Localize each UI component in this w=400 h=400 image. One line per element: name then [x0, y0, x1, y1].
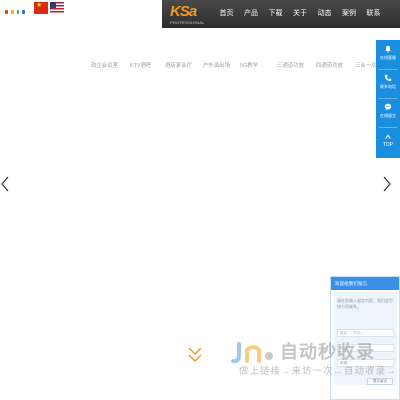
submit-message-button[interactable]: 提交留言 — [367, 378, 393, 385]
chevron-right-icon — [383, 176, 391, 192]
message-panel: 欢迎给我们留言 请在此输入留言内容，我们会尽快与您联系。 姓名 / 请输入...… — [330, 276, 400, 400]
subnav-item-hotel-banquet[interactable]: 酒店宴会厅 — [165, 61, 192, 71]
email-field-label: 邮箱 — [340, 361, 348, 365]
nav-item-download[interactable]: 下载 — [263, 0, 288, 28]
nav-item-products[interactable]: 产品 — [239, 0, 264, 28]
floating-service-bar: 在线客服 联系电话 在线留言 TOP — [376, 40, 400, 158]
back-to-top-button[interactable]: TOP — [376, 133, 400, 148]
china-flag-icon[interactable] — [34, 1, 48, 14]
back-to-top-label: TOP — [382, 142, 394, 148]
logo-mark: KSa — [170, 3, 197, 20]
color-dots-decoration — [5, 9, 25, 15]
arrow-up-icon — [385, 134, 391, 139]
contact-phone-label: 联系电话 — [380, 84, 396, 89]
phone-icon — [384, 74, 392, 82]
scroll-down-button[interactable] — [187, 346, 203, 364]
category-subnav: 政企会议室 KTV酒吧 酒店宴会厅 户外演出场 5G教学 三通道功放 四通道功放… — [84, 61, 384, 71]
message-panel-header: 欢迎给我们留言 — [331, 277, 399, 290]
sidebar-divider — [379, 69, 397, 70]
subnav-item-3ch-amp[interactable]: 三通道功放 — [277, 61, 304, 71]
subnav-item-5g-teaching[interactable]: 5G教学 — [240, 61, 258, 71]
nav-item-news[interactable]: 动态 — [312, 0, 337, 28]
subnav-item-outdoor-stage[interactable]: 户外演出场 — [203, 61, 230, 71]
nav-item-cases[interactable]: 案例 — [337, 0, 362, 28]
us-flag-icon[interactable] — [50, 2, 64, 14]
watermark-logo-icon — [231, 342, 273, 364]
slider-prev-button[interactable] — [0, 175, 10, 193]
message-panel-title: 欢迎给我们留言 — [335, 281, 368, 286]
brand-logo[interactable]: KSa PROFESSIONAL — [170, 3, 208, 27]
slider-next-button[interactable] — [382, 175, 392, 193]
online-service-label: 在线客服 — [380, 55, 396, 60]
email-field[interactable]: 邮箱 — [337, 359, 394, 367]
name-field-placeholder: / 请输入... — [351, 331, 367, 335]
sidebar-divider — [379, 98, 397, 99]
message-intro-text: 请在此输入留言内容，我们会尽快与您联系。 — [337, 298, 393, 309]
message-panel-body: 请在此输入留言内容，我们会尽快与您联系。 姓名 / 请输入... 电话 邮箱 — [334, 292, 397, 385]
sidebar-divider — [379, 127, 397, 128]
chevron-left-icon — [1, 176, 9, 192]
phone-field[interactable]: 电话 — [337, 344, 394, 352]
double-chevron-down-icon — [188, 347, 202, 362]
top-header: KSa PROFESSIONAL 首页 产品 下载 关于 动态 案例 联系 — [0, 0, 400, 28]
nav-item-home[interactable]: 首页 — [214, 0, 239, 28]
contact-phone-button[interactable]: 联系电话 — [376, 74, 400, 89]
nav-item-about[interactable]: 关于 — [288, 0, 313, 28]
nav-item-contact[interactable]: 联系 — [361, 0, 386, 28]
logo-subtitle: PROFESSIONAL — [170, 20, 205, 25]
subnav-item-4ch-amp[interactable]: 四通道功放 — [316, 61, 343, 71]
online-service-button[interactable]: 在线客服 — [376, 45, 400, 60]
chat-icon — [384, 103, 392, 111]
name-field[interactable]: 姓名 / 请输入... — [337, 329, 394, 337]
subnav-item-ktv-bar[interactable]: KTV酒吧 — [130, 61, 151, 71]
phone-field-label: 电话 — [340, 346, 348, 350]
bell-icon — [385, 45, 391, 53]
online-message-label: 在线留言 — [380, 113, 396, 118]
online-message-button[interactable]: 在线留言 — [376, 103, 400, 118]
subnav-item-meeting-room[interactable]: 政企会议室 — [91, 61, 118, 71]
main-nav: 首页 产品 下载 关于 动态 案例 联系 — [214, 0, 386, 28]
name-field-label: 姓名 — [340, 331, 348, 335]
page: KSa PROFESSIONAL 首页 产品 下载 关于 动态 案例 联系 政企… — [0, 0, 400, 400]
